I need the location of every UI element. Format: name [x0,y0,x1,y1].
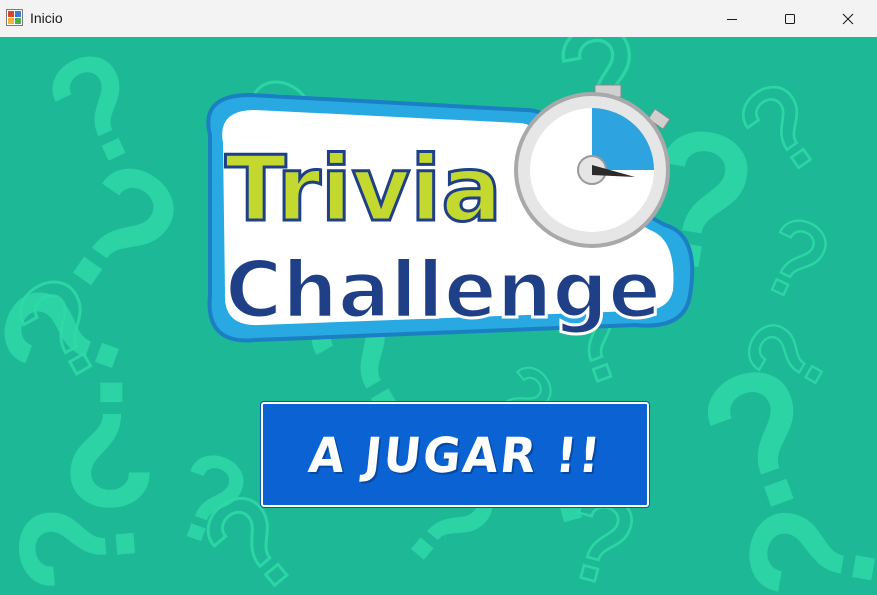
play-button[interactable]: A JUGAR !! [261,402,649,507]
stopwatch-icon [514,84,671,248]
maximize-icon [785,13,795,24]
window-title: Inicio [30,10,63,26]
minimize-button[interactable] [703,0,761,37]
trivia-challenge-logo: Trivia Challenge [206,84,695,343]
logo-line1: Trivia [225,137,502,242]
app-icon [6,9,23,26]
minimize-icon [727,18,737,20]
title-bar[interactable]: Inicio [0,0,877,37]
close-icon [842,13,854,24]
app-window: Inicio Trivia Challenge A JUGAR !! [0,0,877,595]
client-area: Trivia Challenge A JUGAR !! [0,37,877,595]
close-button[interactable] [819,0,877,37]
logo-line2: Challenge [225,246,661,336]
play-button-label: A JUGAR !! [305,426,605,483]
maximize-button[interactable] [761,0,819,37]
